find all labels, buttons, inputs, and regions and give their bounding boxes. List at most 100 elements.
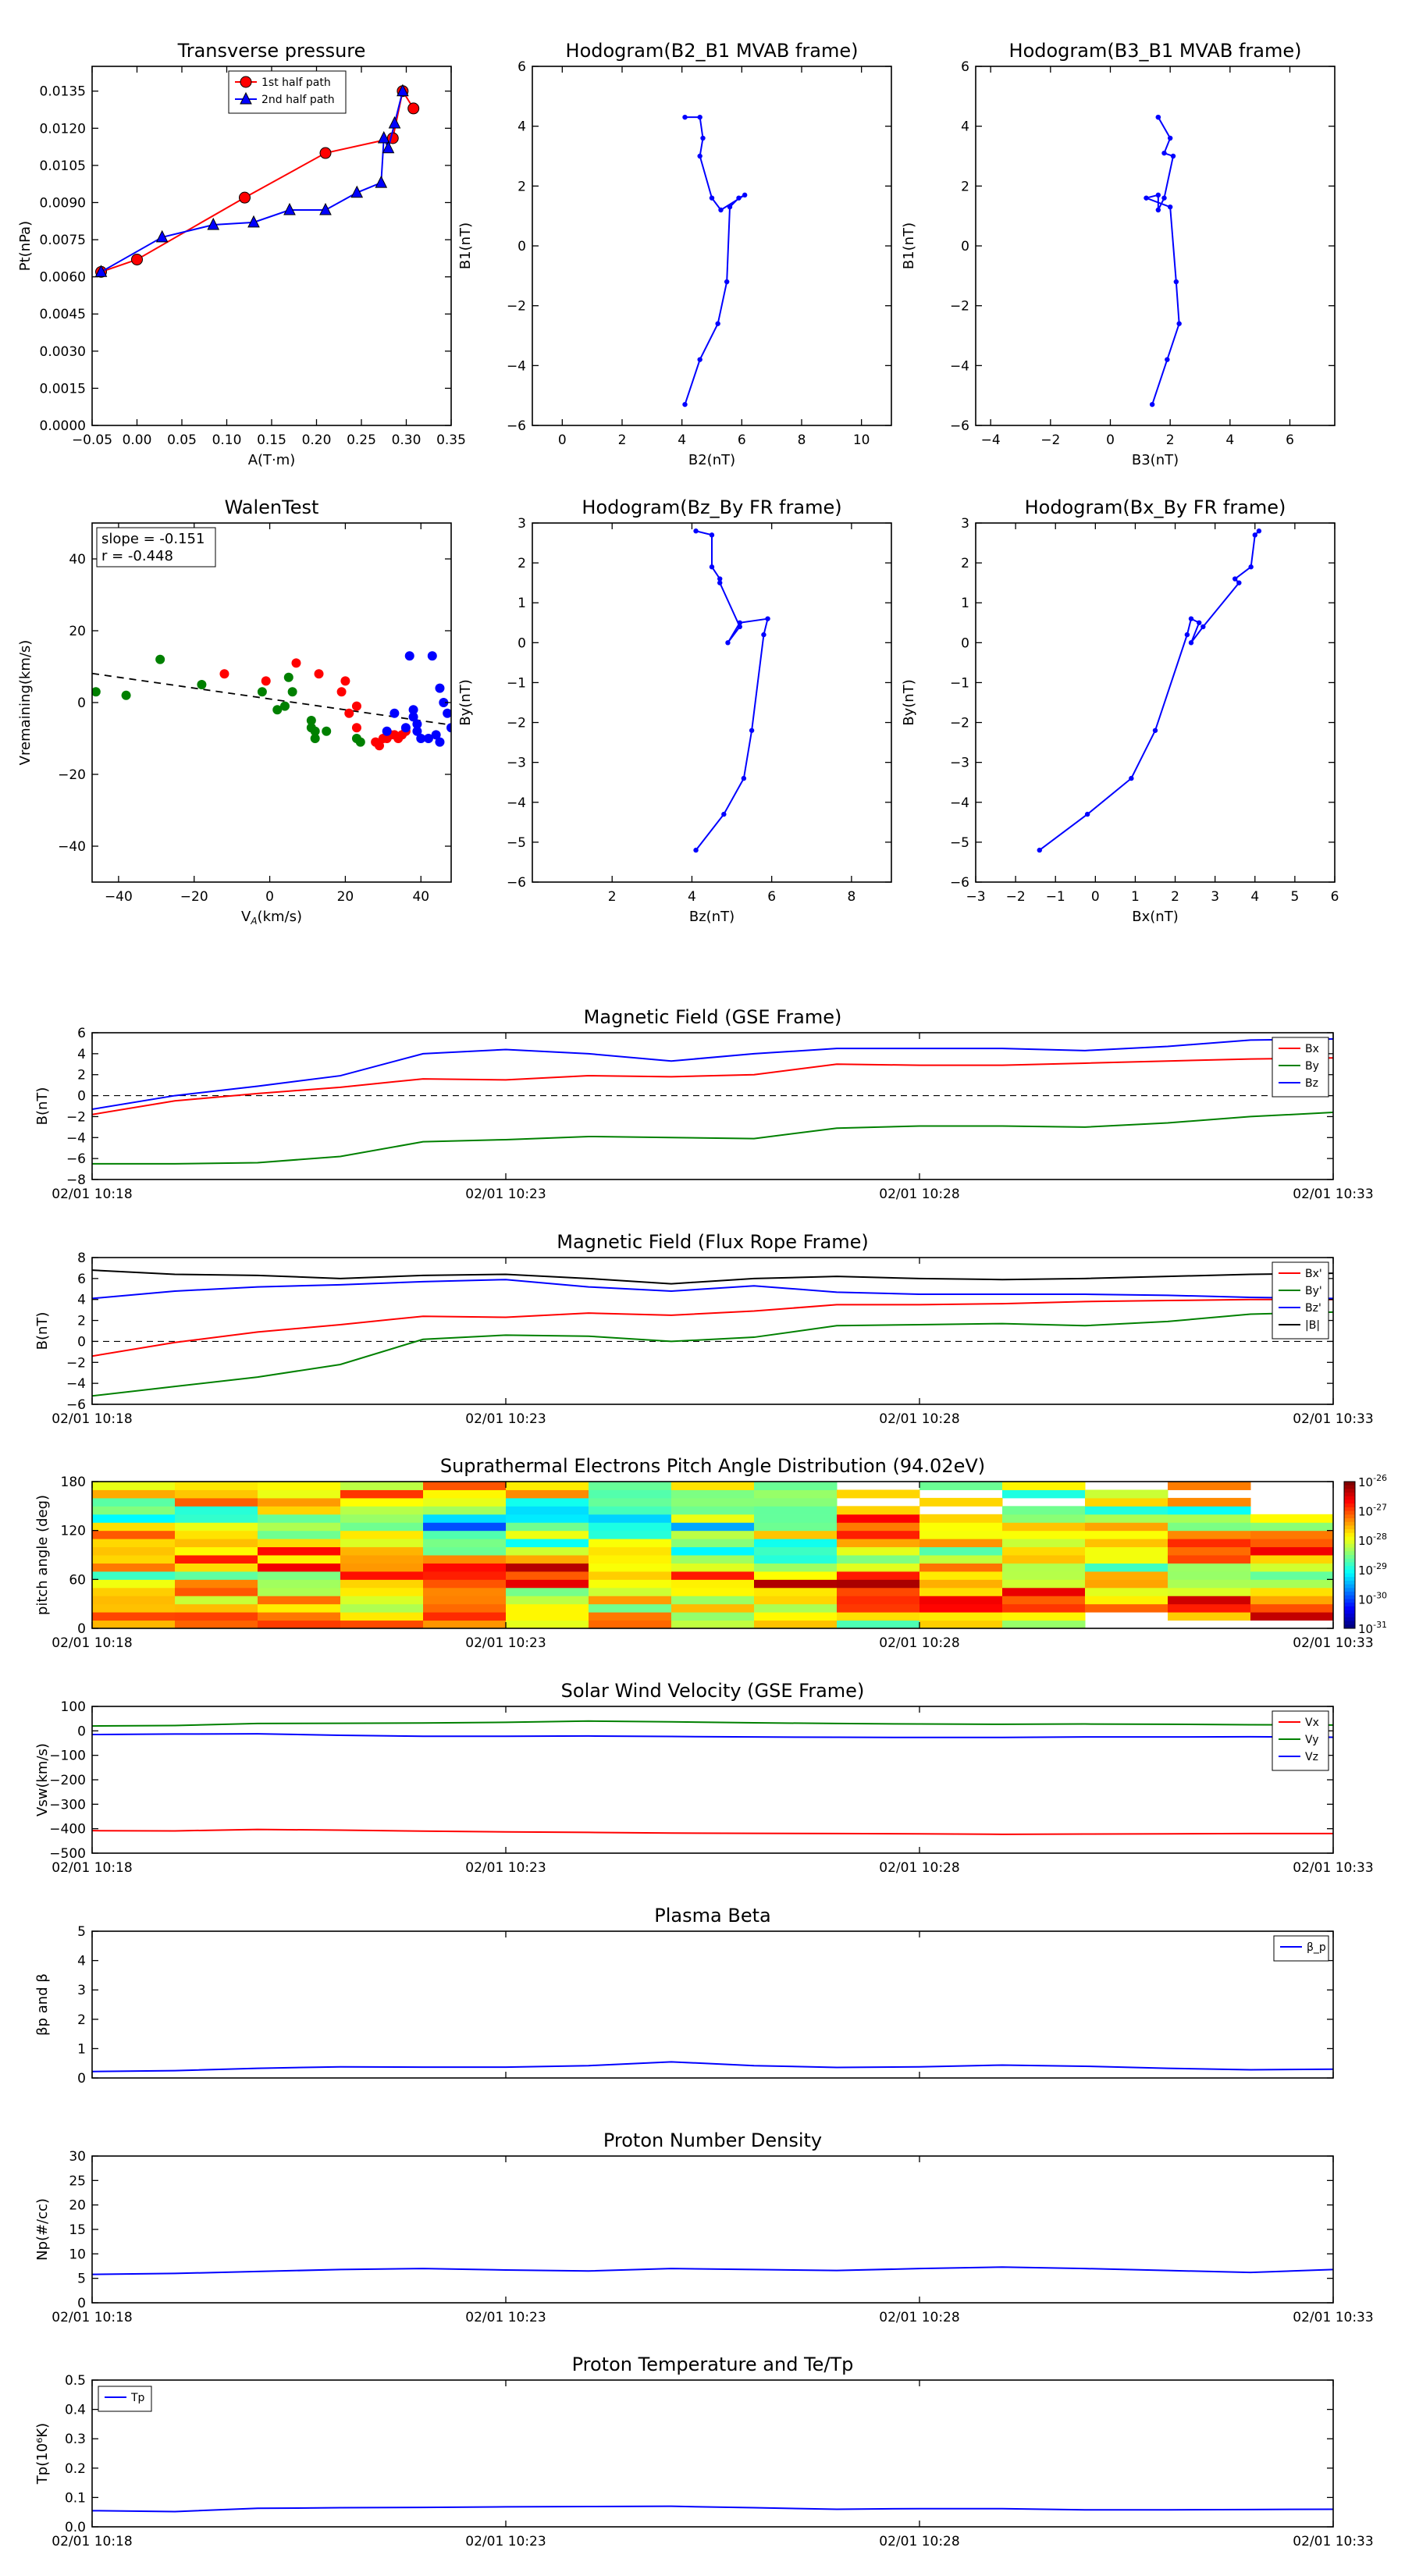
data-point [131,253,143,265]
chart-walen_test: −40 −20 0 20 40 −40 −20 0 20 40 WalenTest VA(km/s) V… [17,496,452,927]
scatter-point [404,651,414,661]
heatmap-cell [506,1603,589,1613]
y-axis-label: By(nT) [457,679,474,725]
heatmap-cell [258,1482,341,1490]
y-tick-label: 2 [77,1314,86,1329]
heatmap-cell [423,1506,507,1515]
x-tick-label: 02/01 10:23 [465,1635,546,1651]
colorbar-band [1344,1592,1355,1596]
plot-frame [975,66,1336,426]
series-line-Tp [92,2505,1333,2513]
heatmap-cell [1085,1596,1168,1605]
scatter-point [219,669,229,679]
heatmap-cell [1168,1596,1251,1605]
heatmap-cell [671,1596,755,1605]
data-point [1173,279,1179,285]
heatmap-cell [754,1546,838,1556]
legend-label: By' [1305,1285,1322,1297]
legend-label: Bx [1305,1043,1319,1055]
heatmap-cell [423,1522,507,1532]
heatmap-cell [92,1546,176,1556]
x-axis-label: VA(km/s) [241,909,302,927]
heatmap-cell [837,1539,920,1548]
heatmap-cell [1168,1563,1251,1572]
heatmap-cell [1002,1482,1086,1490]
series-line-0 [1039,530,1260,851]
y-tick-label: −2 [507,716,526,731]
heatmap-cell [837,1620,920,1629]
plot-frame [91,522,452,883]
data-point [1232,576,1238,582]
plot-frame [91,1032,1334,1180]
colorbar-band [1344,1507,1355,1512]
heatmap-cell [175,1612,258,1621]
plot-area [1144,114,1182,407]
x-tick-label: 02/01 10:18 [52,2310,132,2325]
heatmap-cell [92,1530,176,1539]
heatmap-cell [589,1587,672,1596]
x-tick-label: −20 [180,889,208,905]
heatmap-cell [837,1555,920,1564]
x-tick-label: 2 [608,889,617,905]
y-tick-label: 0.2 [65,2461,86,2477]
heatmap-cell [340,1579,424,1589]
x-axis-label: B2(nT) [688,452,735,468]
plot-area [92,1038,1333,1165]
data-point [1165,357,1170,362]
heatmap-cell [919,1482,1003,1490]
series-line-Vy [92,1720,1333,1727]
y-tick-label: −4 [950,795,969,811]
heatmap-cell [258,1571,341,1580]
y-tick-label: −5 [507,835,526,851]
x-axis-label: Bz(nT) [689,909,735,925]
heatmap-cell [175,1555,258,1564]
heatmap-cell [919,1563,1003,1572]
y-tick-label: 4 [77,1293,86,1308]
y-tick-label: 0.0105 [40,158,86,174]
heatmap-cell [589,1489,672,1499]
heatmap-cell [837,1612,920,1621]
heatmap-cell [1250,1530,1334,1539]
y-axis-label: Vremaining(km/s) [17,640,34,766]
x-tick-label: 02/01 10:18 [52,1860,132,1876]
heatmap-cell [92,1506,176,1515]
heatmap-cell [1250,1563,1334,1572]
heatmap-cell [1250,1579,1334,1589]
data-point [697,357,702,362]
y-tick-label: 100 [61,1699,86,1715]
x-tick-label: 0 [265,889,274,905]
y-tick-label: −2 [950,299,969,315]
x-tick-label: −2 [1006,889,1026,905]
y-tick-label: 0.0075 [40,233,86,248]
heatmap-cell [258,1612,341,1621]
scatter-point [197,680,207,689]
data-point [1188,640,1194,646]
x-tick-label: 02/01 10:28 [879,1860,959,1876]
heatmap-cell [671,1497,755,1507]
scatter-point [435,683,445,693]
y-tick-label: −400 [49,1822,86,1838]
y-tick-label: 5 [77,1924,86,1940]
heatmap-cell [175,1489,258,1499]
scatter-point [435,737,445,747]
legend-box [1272,1037,1329,1098]
heatmap-cell [258,1596,341,1605]
x-tick-label: 0.00 [123,432,152,448]
data-point [1236,580,1242,585]
heatmap-cell [1002,1489,1086,1499]
heatmap-cell [754,1522,838,1532]
x-tick-label: 02/01 10:28 [879,1411,959,1427]
chart-title: Hodogram(B2_B1 MVAB frame) [566,40,859,62]
heatmap-cell [1002,1612,1086,1621]
series-line-Bz [92,1038,1333,1111]
data-point [319,147,332,159]
scatter-point [314,669,324,679]
y-tick-label: 0 [77,2071,86,2087]
heatmap-cell [754,1539,838,1548]
chart-hodogram_bz_by: 2 4 6 8 −6 −5 −4 −3 −2 −1 0 1 2 3 Hodogram(Bz_By FR fr… [457,496,892,925]
y-tick-label: 4 [518,119,526,135]
heatmap-cell [1085,1530,1168,1539]
heatmap-cell [919,1539,1003,1548]
legend: 1st half path 2nd half path [228,70,347,114]
colorbar-band [1344,1529,1355,1534]
